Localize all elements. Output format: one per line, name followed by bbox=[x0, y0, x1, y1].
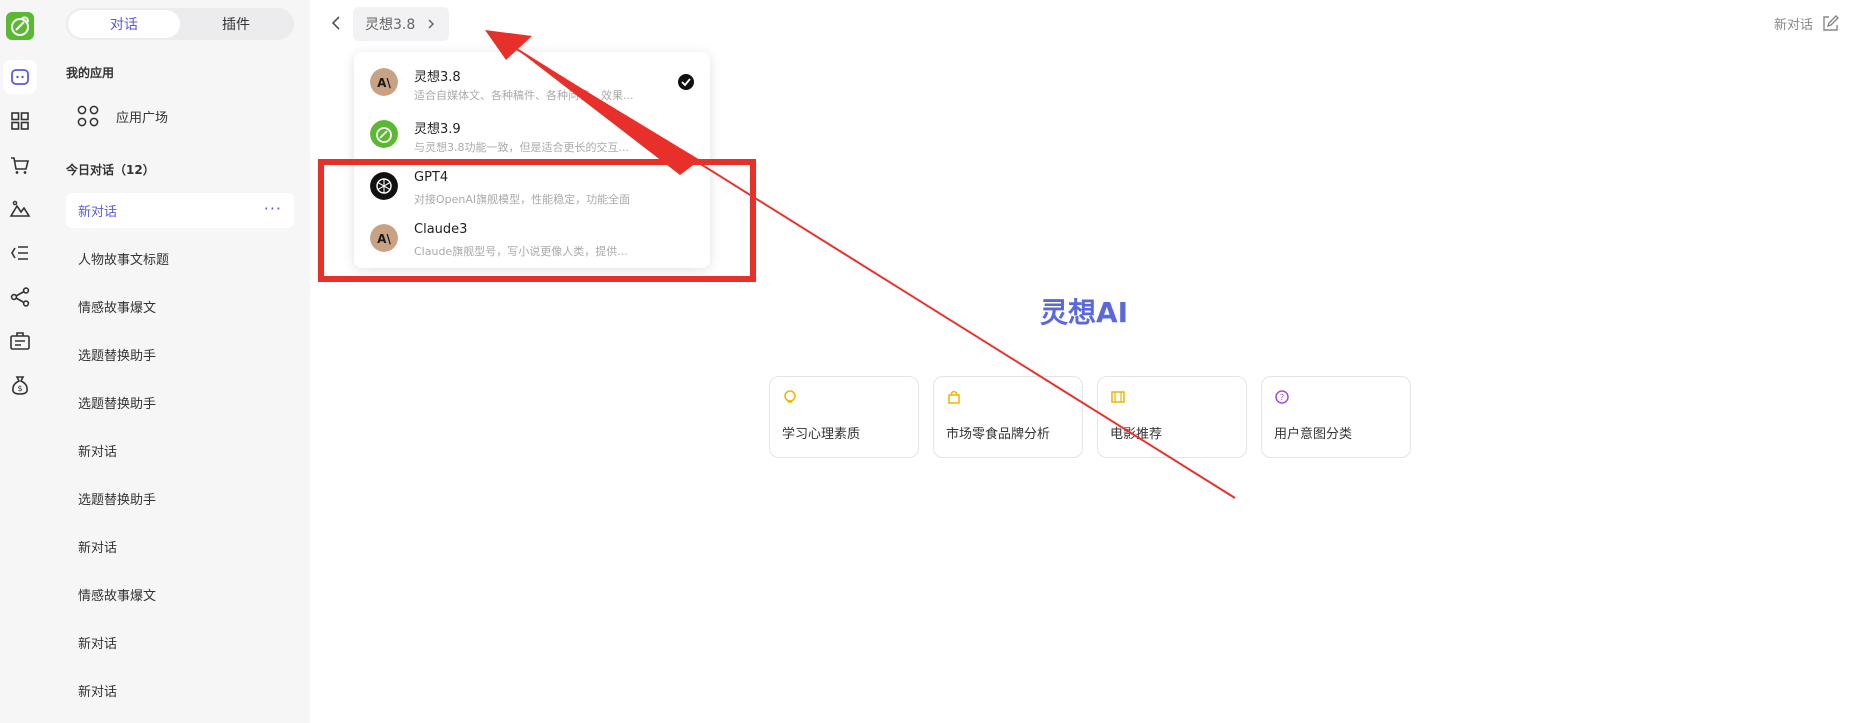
bag-icon bbox=[948, 390, 960, 404]
money-bag-icon: $ bbox=[12, 376, 28, 395]
grid-icon bbox=[11, 112, 29, 130]
svg-text:?: ? bbox=[1280, 393, 1284, 402]
conversation-item[interactable]: 选题替换助手 bbox=[66, 337, 294, 372]
suggestion-label: 学习心理素质 bbox=[782, 427, 861, 442]
conversation-label: 新对话 bbox=[78, 205, 118, 220]
svg-text:A\: A\ bbox=[377, 76, 391, 90]
suggestion-label: 市场零食品牌分析 bbox=[946, 427, 1051, 442]
mountain-icon bbox=[9, 200, 31, 217]
conversation-label: 情感故事爆文 bbox=[78, 589, 157, 604]
model-option-claude3[interactable]: A\ Claude3 Claude旗舰型号，写小说更像人类，提供... bbox=[354, 212, 710, 264]
rail-store[interactable] bbox=[3, 148, 37, 182]
today-conversations-title: 今日对话（12） bbox=[66, 163, 155, 177]
app-root: $ 对话 插件 我的应用 应用广场 今日对话（12） 新对话 ··· 人物故事文… bbox=[0, 0, 1853, 723]
app-plaza-link[interactable]: 应用广场 bbox=[76, 104, 168, 128]
model-name: Claude3 bbox=[414, 222, 468, 237]
suggestion-label: 电影推荐 bbox=[1110, 427, 1163, 442]
my-apps-title: 我的应用 bbox=[66, 66, 115, 80]
svg-text:$: $ bbox=[17, 384, 22, 393]
film-icon bbox=[1111, 391, 1125, 403]
conversation-label: 选题替换助手 bbox=[78, 349, 157, 364]
rail-outline[interactable] bbox=[3, 236, 37, 270]
conversation-item[interactable]: 选题替换助手 bbox=[66, 385, 294, 420]
lingxiang-avatar-icon bbox=[370, 120, 398, 148]
suggestion-card[interactable]: 学习心理素质 bbox=[769, 376, 919, 458]
model-option-lingxiang-3-9[interactable]: 灵想3.9 与灵想3.8功能一致，但是适合更长的交互... bbox=[354, 108, 710, 160]
cart-icon bbox=[11, 157, 30, 174]
back-arrow-icon[interactable] bbox=[328, 14, 346, 32]
rail-money[interactable]: $ bbox=[3, 368, 37, 402]
question-icon: ? bbox=[1275, 390, 1289, 404]
suggestion-card[interactable]: 电影推荐 bbox=[1097, 376, 1247, 458]
model-option-gpt4[interactable]: GPT4 对接OpenAI旗舰模型，性能稳定，功能全面 bbox=[354, 160, 710, 212]
chevron-right-icon bbox=[428, 19, 435, 29]
model-selector[interactable]: 灵想3.8 bbox=[353, 7, 450, 41]
claude-avatar-icon: A\ bbox=[370, 224, 398, 252]
icon-rail: $ bbox=[0, 0, 50, 723]
conversation-item[interactable]: 情感故事爆文 bbox=[66, 577, 294, 612]
conversation-label: 选题替换助手 bbox=[78, 397, 157, 412]
claude-avatar-icon: A\ bbox=[370, 68, 398, 96]
conversation-item[interactable]: 选题替换助手 bbox=[66, 481, 294, 516]
chat-icon bbox=[11, 69, 29, 85]
conversation-label: 选题替换助手 bbox=[78, 493, 157, 508]
conversation-label: 人物故事文标题 bbox=[78, 253, 170, 268]
conversation-item[interactable]: 新对话 bbox=[66, 673, 294, 708]
conversation-label: 新对话 bbox=[78, 445, 118, 460]
app-plaza-label: 应用广场 bbox=[116, 110, 169, 126]
model-selector-label: 灵想3.8 bbox=[365, 17, 416, 33]
svg-text:A\: A\ bbox=[377, 232, 391, 246]
conversation-item[interactable]: 人物故事文标题 bbox=[66, 241, 294, 276]
conversation-item[interactable]: 新对话 ··· bbox=[66, 193, 294, 228]
share-icon bbox=[10, 287, 30, 307]
list-indent-icon bbox=[11, 246, 28, 260]
model-desc: 适合自媒体文、各种稿件、各种问答，效果... bbox=[414, 89, 634, 102]
model-desc: Claude旗舰型号，写小说更像人类，提供... bbox=[414, 245, 628, 258]
four-circles-icon bbox=[77, 105, 99, 127]
briefcase-icon bbox=[10, 332, 30, 350]
conversation-label: 情感故事爆文 bbox=[78, 301, 157, 316]
check-icon bbox=[678, 74, 694, 90]
model-name: 灵想3.8 bbox=[414, 70, 461, 85]
model-dropdown: A\ 灵想3.8 适合自媒体文、各种稿件、各种问答，效果... 灵想3.9 与灵… bbox=[354, 52, 710, 268]
suggestion-card[interactable]: 市场零食品牌分析 bbox=[933, 376, 1083, 458]
rail-briefcase[interactable] bbox=[3, 324, 37, 358]
new-chat-button[interactable]: 新对话 bbox=[1774, 14, 1839, 33]
conversation-item[interactable]: 新对话 bbox=[66, 529, 294, 564]
sidebar: 对话 插件 我的应用 应用广场 今日对话（12） 新对话 ··· 人物故事文标题… bbox=[50, 0, 310, 723]
tab-chat[interactable]: 对话 bbox=[68, 10, 180, 38]
model-name: GPT4 bbox=[414, 170, 449, 185]
edit-icon bbox=[1823, 14, 1839, 31]
sidebar-tab-switch: 对话 插件 bbox=[66, 8, 294, 40]
conversation-item[interactable]: 新对话 bbox=[66, 433, 294, 468]
lightbulb-icon bbox=[784, 390, 796, 403]
new-chat-label: 新对话 bbox=[1773, 18, 1813, 33]
rail-share[interactable] bbox=[3, 280, 37, 314]
suggestion-card[interactable]: ? 用户意图分类 bbox=[1261, 376, 1411, 458]
rail-apps[interactable] bbox=[3, 104, 37, 138]
conversation-label: 新对话 bbox=[78, 637, 118, 652]
suggestion-label: 用户意图分类 bbox=[1274, 427, 1353, 442]
tab-plugins[interactable]: 插件 bbox=[180, 10, 292, 38]
conversation-list: 新对话 ··· 人物故事文标题 情感故事爆文 选题替换助手 选题替换助手 新对话… bbox=[66, 193, 294, 721]
openai-avatar-icon bbox=[370, 172, 398, 200]
conversation-label: 新对话 bbox=[78, 685, 118, 700]
conversation-item[interactable]: 新对话 bbox=[66, 625, 294, 660]
model-option-lingxiang-3-8[interactable]: A\ 灵想3.8 适合自媒体文、各种稿件、各种问答，效果... bbox=[354, 56, 710, 108]
model-name: 灵想3.9 bbox=[414, 122, 461, 137]
conversation-item[interactable]: 情感故事爆文 bbox=[66, 289, 294, 324]
app-logo[interactable] bbox=[6, 12, 34, 40]
more-options-icon[interactable]: ··· bbox=[264, 199, 282, 218]
brand-title: 灵想AI bbox=[1040, 296, 1129, 329]
model-desc: 与灵想3.8功能一致，但是适合更长的交互... bbox=[414, 141, 629, 154]
model-desc: 对接OpenAI旗舰模型，性能稳定，功能全面 bbox=[414, 193, 631, 206]
leaf-logo-icon bbox=[11, 16, 29, 36]
rail-image[interactable] bbox=[3, 192, 37, 226]
rail-chat[interactable] bbox=[3, 60, 37, 94]
conversation-label: 新对话 bbox=[78, 541, 118, 556]
